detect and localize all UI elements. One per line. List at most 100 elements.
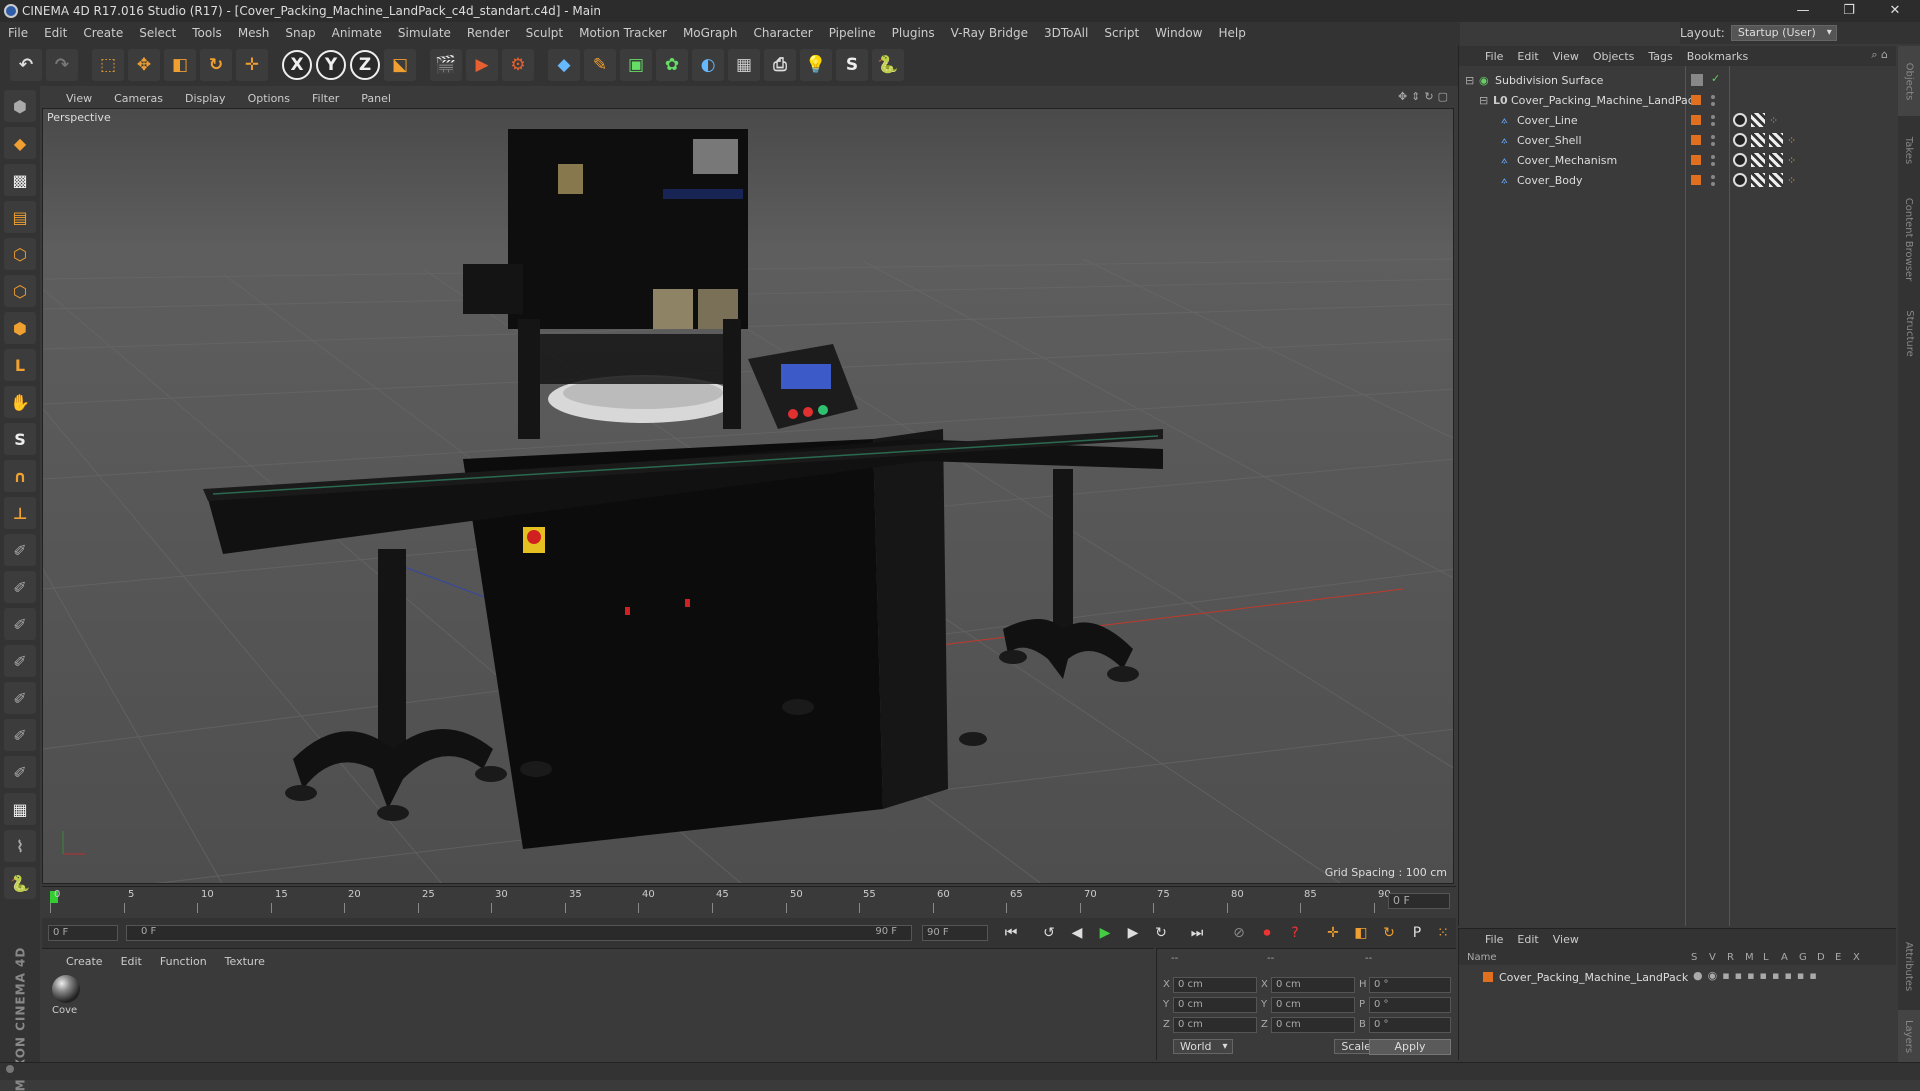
minimize-button[interactable]: —: [1780, 0, 1826, 22]
object-menu-file[interactable]: File: [1485, 50, 1503, 63]
python-script-button[interactable]: 🐍: [4, 867, 36, 899]
subdivision-surface-button[interactable]: ▣: [620, 49, 652, 81]
pan-icon[interactable]: ✥: [1398, 90, 1407, 103]
points-mode-button[interactable]: ⬡: [4, 238, 36, 270]
menu-vray-bridge[interactable]: V-Ray Bridge: [951, 26, 1028, 40]
axis-mode-button[interactable]: L: [4, 349, 36, 381]
mograph-cloner-button[interactable]: ✿: [656, 49, 688, 81]
selection-tag-icon[interactable]: ⁘: [1787, 174, 1796, 187]
material-tag-icon[interactable]: [1733, 173, 1747, 187]
visibility-dot[interactable]: [1711, 135, 1715, 139]
material-menu-texture[interactable]: Texture: [225, 955, 265, 968]
next-frame-button[interactable]: ▶: [1122, 922, 1144, 944]
vray-button[interactable]: S: [836, 49, 868, 81]
tweak-mode-button[interactable]: ✋: [4, 386, 36, 418]
tab-layers[interactable]: Layers: [1898, 1010, 1920, 1062]
material-tag-icon[interactable]: [1733, 133, 1747, 147]
menu-mograph[interactable]: MoGraph: [683, 26, 738, 40]
layer-row[interactable]: Cover_Packing_Machine_LandPack ●◉▪▪▪▪▪▪▪…: [1459, 967, 1897, 987]
deformer-button[interactable]: ◐: [692, 49, 724, 81]
end-frame-field[interactable]: 90 F: [922, 925, 988, 941]
previous-key-button[interactable]: ↺: [1038, 922, 1060, 944]
polygons-mode-button[interactable]: ⬢: [4, 312, 36, 344]
selection-tag-icon[interactable]: ⁘: [1787, 134, 1796, 147]
x-axis-button[interactable]: X: [282, 50, 312, 80]
sculpt-brush-2-button[interactable]: ✐: [4, 571, 36, 603]
object-menu-view[interactable]: View: [1553, 50, 1579, 63]
object-search-icon[interactable]: ⌕ ⌂: [1871, 48, 1888, 62]
texture-tag-icon[interactable]: [1751, 113, 1765, 127]
object-menu-tags[interactable]: Tags: [1648, 50, 1672, 63]
texture-tag-icon[interactable]: [1769, 173, 1783, 187]
frame-range-slider[interactable]: 0 F 90 F: [126, 925, 912, 941]
viewport-menu-display[interactable]: Display: [185, 92, 226, 105]
selection-tag-icon[interactable]: ⁘: [1769, 114, 1778, 127]
render-dot[interactable]: [1711, 142, 1715, 146]
pen-spline-button[interactable]: ✎: [584, 49, 616, 81]
texture-tag-icon[interactable]: [1751, 173, 1765, 187]
render-settings-button[interactable]: ⚙: [502, 49, 534, 81]
key-position-button[interactable]: ✛: [1322, 922, 1344, 944]
menu-character[interactable]: Character: [753, 26, 812, 40]
menu-mesh[interactable]: Mesh: [238, 26, 270, 40]
visibility-dot[interactable]: [1711, 115, 1715, 119]
menu-3dtoall[interactable]: 3DToAll: [1044, 26, 1088, 40]
scale-button[interactable]: ◧: [164, 49, 196, 81]
key-rotation-button[interactable]: ↻: [1378, 922, 1400, 944]
rotation-h-field[interactable]: 0 °: [1369, 977, 1451, 993]
rotation-p-field[interactable]: 0 °: [1369, 997, 1451, 1013]
3d-viewport[interactable]: Perspective Grid Spacing : 100 cm: [42, 108, 1454, 884]
rotate-button[interactable]: ↻: [200, 49, 232, 81]
menu-edit[interactable]: Edit: [44, 26, 67, 40]
position-x-field[interactable]: 0 cm: [1173, 977, 1257, 993]
quantize-button[interactable]: ⊥: [4, 497, 36, 529]
menu-window[interactable]: Window: [1155, 26, 1202, 40]
object-row-cover-line[interactable]: ⟑ Cover_Line ⁘: [1459, 110, 1897, 130]
edges-mode-button[interactable]: ⬡: [4, 275, 36, 307]
texture-tag-icon[interactable]: [1751, 133, 1765, 147]
magnet-button[interactable]: ∩: [4, 460, 36, 492]
redo-button[interactable]: ↷: [46, 49, 78, 81]
key-pla-button[interactable]: ⁙: [1432, 922, 1454, 944]
z-axis-button[interactable]: Z: [350, 50, 380, 80]
go-to-start-button[interactable]: ⏮: [1000, 922, 1022, 944]
menu-file[interactable]: File: [8, 26, 28, 40]
viewport-menu-view[interactable]: View: [66, 92, 92, 105]
viewport-menu-cameras[interactable]: Cameras: [114, 92, 163, 105]
previous-frame-button[interactable]: ◀: [1066, 922, 1088, 944]
render-picture-viewer-button[interactable]: ▶: [466, 49, 498, 81]
layer-menu-file[interactable]: File: [1485, 933, 1503, 946]
snap-button[interactable]: S: [4, 423, 36, 455]
material-tag-icon[interactable]: [1733, 113, 1747, 127]
render-dot[interactable]: [1711, 102, 1715, 106]
render-dot[interactable]: [1711, 162, 1715, 166]
live-selection-button[interactable]: ⬚: [92, 49, 124, 81]
menu-help[interactable]: Help: [1218, 26, 1245, 40]
sculpt-brush-4-button[interactable]: ✐: [4, 645, 36, 677]
go-to-end-button[interactable]: ⏭: [1186, 922, 1208, 944]
visibility-dot[interactable]: [1711, 175, 1715, 179]
next-key-button[interactable]: ↻: [1150, 922, 1172, 944]
layer-color-swatch[interactable]: [1691, 135, 1701, 145]
tab-takes[interactable]: Takes: [1898, 120, 1920, 180]
make-editable-button[interactable]: ⬢: [4, 90, 36, 122]
layer-color-swatch[interactable]: [1691, 95, 1701, 105]
record-key-button[interactable]: ⊘: [1228, 922, 1250, 944]
layer-color-swatch[interactable]: [1483, 972, 1493, 982]
current-frame-field[interactable]: 0 F: [1388, 893, 1450, 909]
tab-structure[interactable]: Structure: [1898, 298, 1920, 368]
menu-animate[interactable]: Animate: [332, 26, 382, 40]
object-row-cover-mechanism[interactable]: ⟑ Cover_Mechanism ⁘: [1459, 150, 1897, 170]
model-mode-button[interactable]: ◆: [4, 127, 36, 159]
maximize-view-icon[interactable]: ▢: [1438, 90, 1448, 103]
texture-tag-icon[interactable]: [1769, 133, 1783, 147]
undo-button[interactable]: ↶: [10, 49, 42, 81]
layout-dropdown[interactable]: Startup (User): [1730, 25, 1837, 41]
render-dot[interactable]: [1711, 122, 1715, 126]
recent-tools-button[interactable]: ✛: [236, 49, 268, 81]
size-y-field[interactable]: 0 cm: [1271, 997, 1355, 1013]
material-swatch[interactable]: [52, 975, 80, 1003]
size-x-field[interactable]: 0 cm: [1271, 977, 1355, 993]
layer-color-swatch[interactable]: [1691, 115, 1701, 125]
close-button[interactable]: ✕: [1872, 0, 1918, 22]
